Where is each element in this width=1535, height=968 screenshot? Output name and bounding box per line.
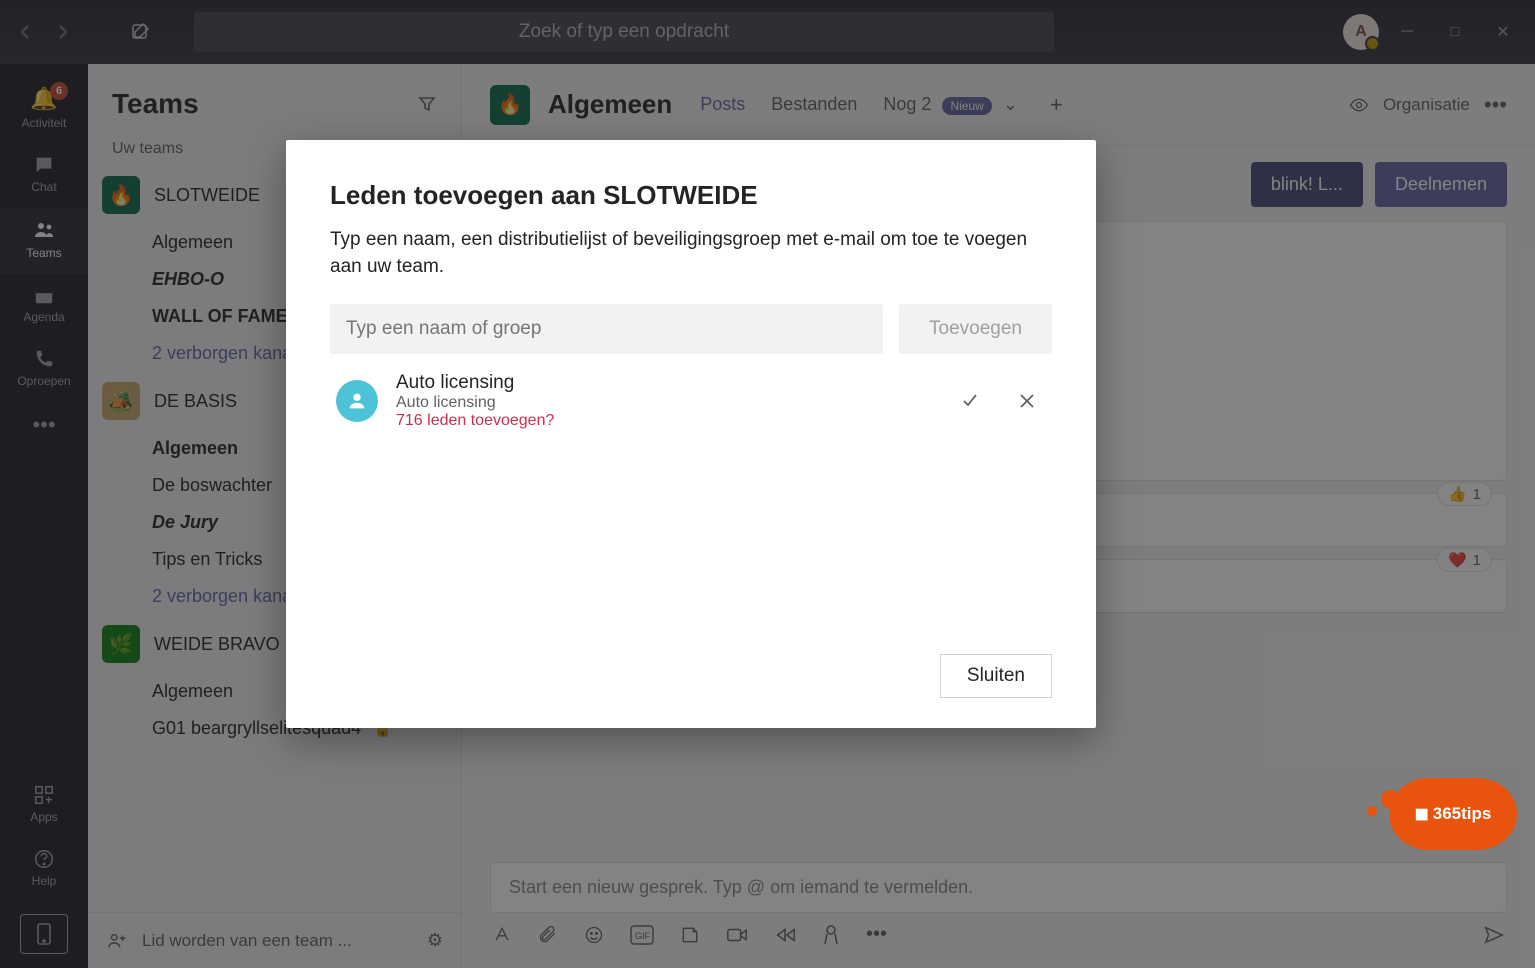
add-members-dialog: Leden toevoegen aan SLOTWEIDE Typ een na… [286, 140, 1096, 728]
suggestion-warning: 716 leden toevoegen? [396, 412, 932, 430]
accept-suggestion-button[interactable] [950, 391, 990, 411]
suggestion-subtitle: Auto licensing [396, 394, 932, 412]
member-name-input[interactable] [330, 304, 883, 354]
dialog-title: Leden toevoegen aan SLOTWEIDE [330, 180, 1052, 211]
brand-text: 365tips [1433, 804, 1492, 824]
group-icon [336, 380, 378, 422]
brand-badge: ◼365tips [1389, 778, 1517, 850]
suggestion-title: Auto licensing [396, 372, 932, 394]
dialog-description: Typ een naam, een distributielijst of be… [330, 227, 1052, 280]
close-dialog-button[interactable]: Sluiten [940, 654, 1052, 698]
suggestion-row[interactable]: Auto licensing Auto licensing 716 leden … [330, 354, 1052, 448]
add-button[interactable]: Toevoegen [899, 304, 1052, 354]
dismiss-suggestion-button[interactable] [1008, 392, 1046, 410]
